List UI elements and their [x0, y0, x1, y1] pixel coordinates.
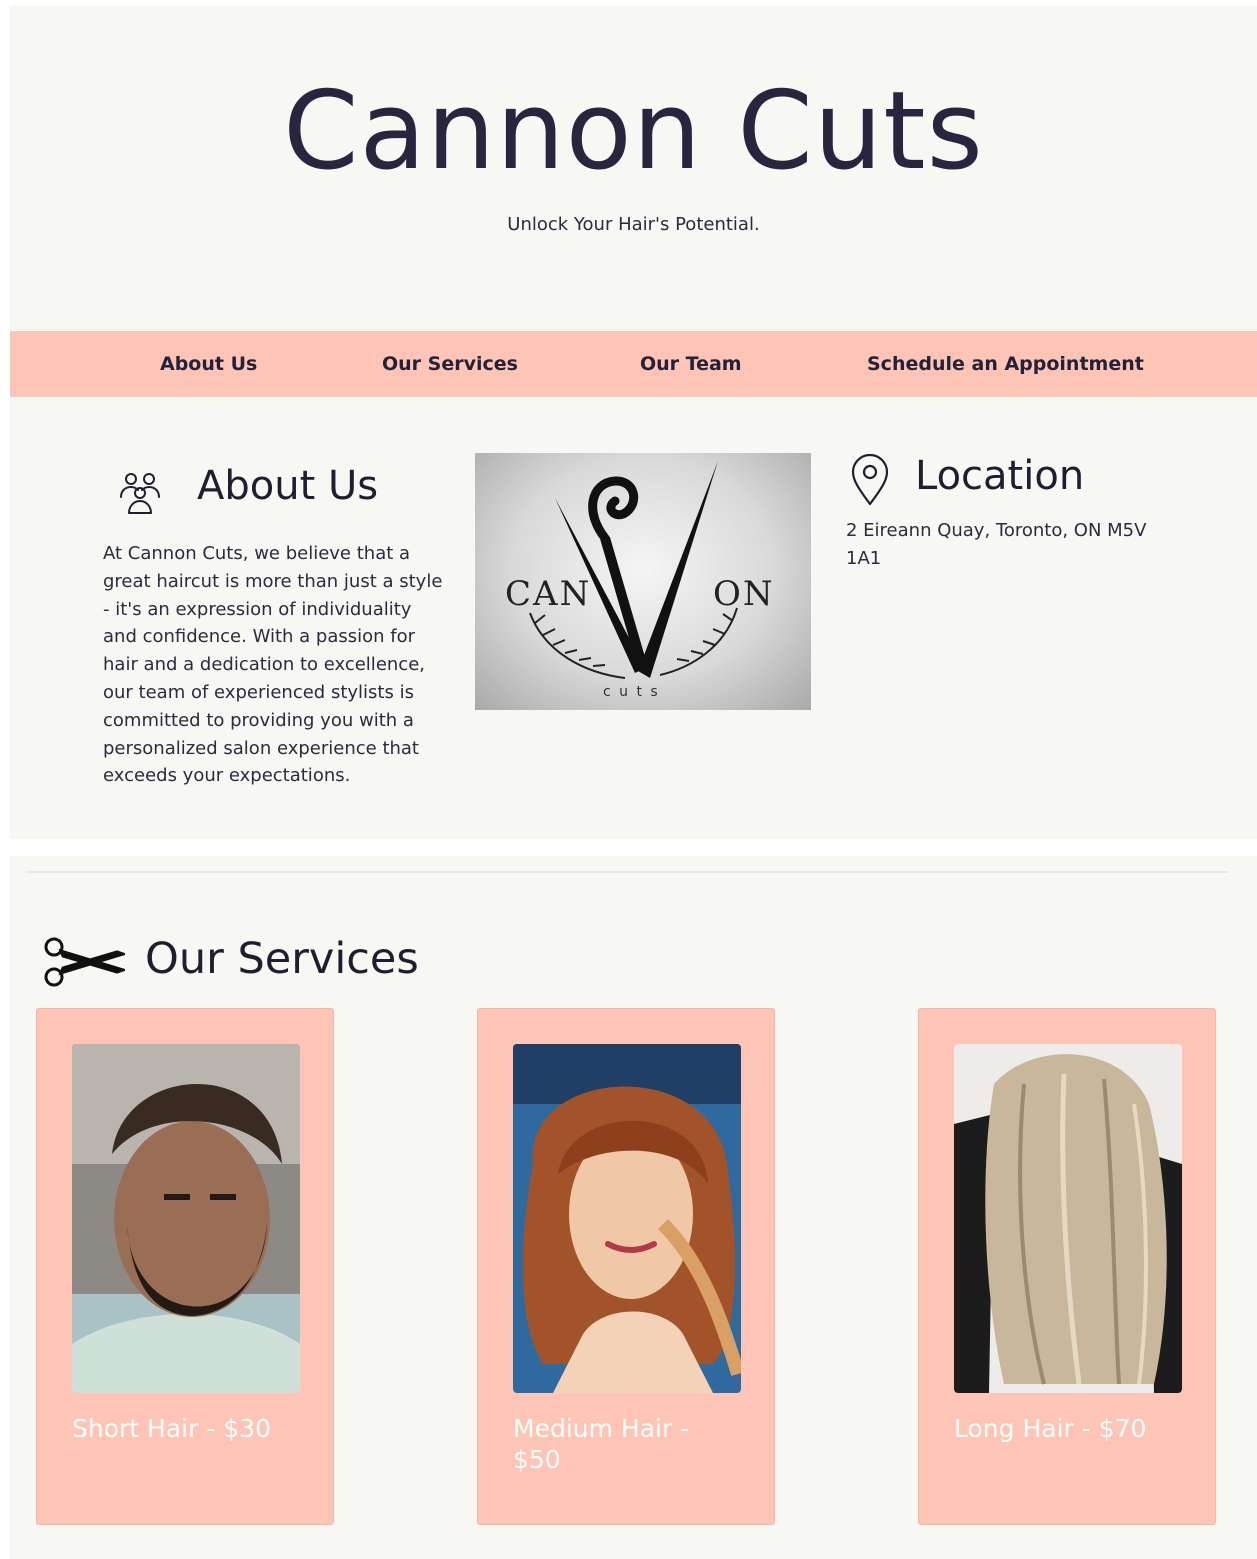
- logo-wordmark-left: CAN: [505, 574, 591, 614]
- short-hair-label: Short Hair - $30: [72, 1414, 272, 1443]
- site-title: Cannon Cuts: [283, 69, 984, 194]
- service-card-long-hair[interactable]: Long Hair - $70: [918, 1008, 1216, 1525]
- salon-logo: CAN ON c u t s: [475, 453, 811, 710]
- nav-link-our-team[interactable]: Our Team: [640, 353, 742, 375]
- location-address: 2 Eireann Quay, Toronto, ON M5V 1A1: [846, 520, 1147, 569]
- long-hair-photo: [954, 1044, 1182, 1393]
- map-pin-icon: [850, 453, 890, 510]
- hero-header: Cannon Cuts Unlock Your Hair's Potential…: [10, 6, 1257, 330]
- main-nav: About Us Our Services Our Team Schedule …: [10, 331, 1257, 397]
- scissors-icon: [43, 936, 128, 992]
- service-card-medium-hair[interactable]: Medium Hair - $50: [477, 1008, 775, 1525]
- nav-link-our-services[interactable]: Our Services: [382, 353, 518, 375]
- long-hair-label: Long Hair - $70: [954, 1414, 1147, 1443]
- nav-link-about-us[interactable]: About Us: [160, 353, 257, 375]
- site-tagline: Unlock Your Hair's Potential.: [507, 214, 760, 235]
- nav-link-schedule-appointment[interactable]: Schedule an Appointment: [867, 353, 1144, 375]
- logo-wordmark-sub: c u t s: [603, 684, 660, 700]
- about-section: About Us At Cannon Cuts, we believe that…: [10, 397, 1257, 839]
- service-card-short-hair[interactable]: Short Hair - $30: [36, 1008, 334, 1525]
- about-text: At Cannon Cuts, we believe that a great …: [103, 543, 443, 787]
- location-heading: Location: [915, 453, 1085, 499]
- services-heading: Our Services: [145, 934, 419, 984]
- section-divider: [26, 871, 1228, 873]
- medium-hair-label: Medium Hair - $50: [513, 1414, 690, 1474]
- about-heading: About Us: [197, 463, 379, 509]
- group-icon: [116, 469, 164, 521]
- services-section: Our Services Short Hair - $30 Medium Hai…: [10, 856, 1257, 1559]
- medium-hair-photo: [513, 1044, 741, 1393]
- short-hair-photo: [72, 1044, 300, 1393]
- logo-wordmark-right: ON: [713, 574, 775, 614]
